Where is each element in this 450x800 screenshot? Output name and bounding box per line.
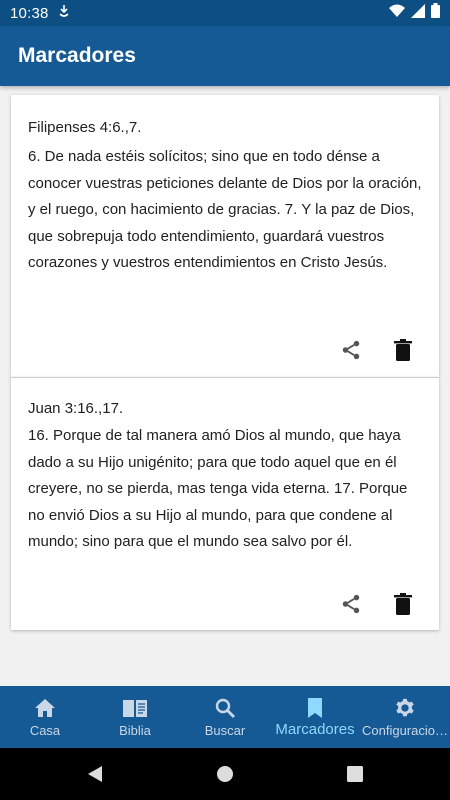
wifi-icon <box>389 4 405 23</box>
gear-icon <box>394 697 416 719</box>
share-icon <box>342 340 360 360</box>
nav-item-configuracion[interactable]: Configuracio… <box>360 686 450 748</box>
delete-icon <box>394 593 412 615</box>
back-button[interactable] <box>85 764 105 784</box>
nav-label: Buscar <box>204 723 246 738</box>
bookmark-reference: Filipenses 4:6.,7. <box>28 119 142 136</box>
back-icon <box>88 766 102 782</box>
bookmark-card[interactable]: Juan 3:16.,17. 16. Porque de tal manera … <box>11 377 439 630</box>
nav-label: Marcadores <box>275 721 355 738</box>
recents-icon <box>347 766 363 782</box>
app-bar: Marcadores <box>0 26 450 86</box>
download-notification-icon <box>57 4 71 23</box>
signal-icon <box>411 3 425 23</box>
bookmark-icon <box>307 697 323 719</box>
nav-item-biblia[interactable]: Biblia <box>90 686 180 748</box>
nav-item-marcadores[interactable]: Marcadores <box>270 686 360 748</box>
recents-button[interactable] <box>345 764 365 784</box>
bookmark-verse-text: 6. De nada estéis solícitos; sino que en… <box>28 148 422 271</box>
home-icon <box>34 697 56 719</box>
delete-icon <box>394 339 412 361</box>
share-icon <box>342 594 360 614</box>
bookmark-list[interactable]: Filipenses 4:6.,7. 6. De nada estéis sol… <box>0 86 450 686</box>
system-navigation-bar <box>0 748 450 800</box>
status-time: 10:38 <box>10 4 49 22</box>
nav-label: Casa <box>29 723 61 738</box>
share-button[interactable] <box>336 589 366 619</box>
nav-item-casa[interactable]: Casa <box>0 686 90 748</box>
nav-item-buscar[interactable]: Buscar <box>180 686 270 748</box>
share-button[interactable] <box>336 335 366 365</box>
nav-label: Configuracio… <box>362 723 448 738</box>
page-title: Marcadores <box>18 44 136 67</box>
book-icon <box>122 697 148 719</box>
bookmark-reference: Juan 3:16.,17. <box>28 400 124 417</box>
battery-icon <box>431 3 440 23</box>
status-bar: 10:38 <box>0 0 450 26</box>
circle-home-icon <box>217 766 233 782</box>
bottom-navigation: Casa Biblia Buscar Marcadores Configurac… <box>0 686 450 748</box>
delete-button[interactable] <box>388 589 418 619</box>
bookmark-verse-text: 16. Porque de tal manera amó Dios al mun… <box>28 427 408 550</box>
home-button[interactable] <box>215 764 235 784</box>
bookmark-card[interactable]: Filipenses 4:6.,7. 6. De nada estéis sol… <box>11 95 439 377</box>
nav-label: Biblia <box>119 723 151 738</box>
search-icon <box>215 697 235 719</box>
delete-button[interactable] <box>388 335 418 365</box>
